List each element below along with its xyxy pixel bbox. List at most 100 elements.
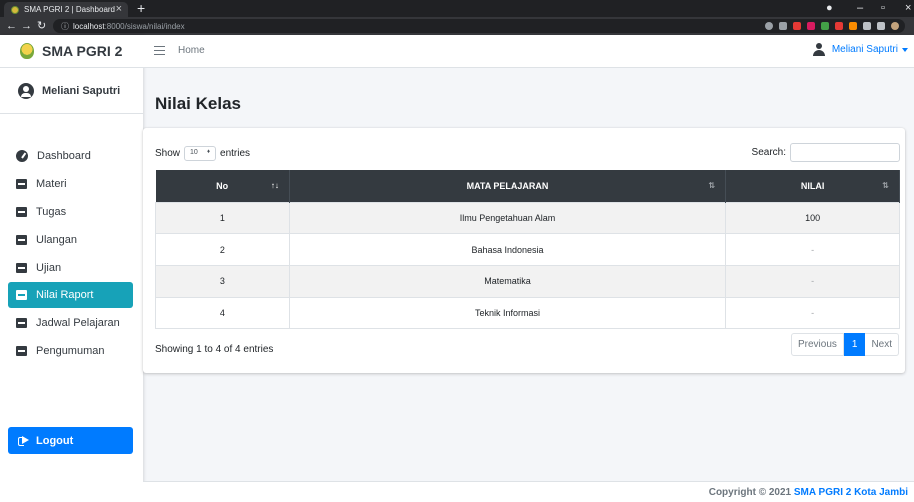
close-tab-button[interactable]: × [116, 3, 122, 15]
column-header-nilai[interactable]: NILAI ⇅ [725, 170, 900, 202]
grades-card: Show 10 entries Search: No ↑↓ MATA PELAJ… [143, 128, 905, 373]
sidebar-user-name: Meliani Saputri [42, 84, 121, 97]
footer: Copyright © 2021 SMA PGRI 2 Kota Jambi [143, 481, 914, 502]
table-row: 3 Matematika - [155, 264, 900, 298]
browser-tab-strip: SMA PGRI 2 | Dashboard × + ● – ▫ × [0, 0, 914, 17]
caret-down-icon [902, 47, 908, 52]
book-icon [16, 178, 27, 189]
page-1-button[interactable]: 1 [843, 333, 866, 356]
search-label: Search: [751, 147, 786, 158]
cell-subject: Teknik Informasi [288, 296, 727, 330]
cell-grade: - [725, 264, 900, 298]
sidebar-nav: Dashboard Materi Tugas Ulangan Ujian Nil… [8, 143, 133, 366]
brand-link[interactable]: SMA PGRI 2 [0, 35, 143, 68]
cell-no: 2 [155, 233, 290, 266]
show-label: Show [155, 148, 181, 159]
url-path: :8000/siswa/nilai/index [104, 22, 185, 31]
new-tab-button[interactable]: + [137, 0, 145, 16]
sidebar-item-ulangan[interactable]: Ulangan [8, 227, 133, 253]
sidebar-item-ujian[interactable]: Ujian [8, 255, 133, 281]
book-icon [16, 346, 27, 357]
cell-no: 1 [155, 201, 290, 234]
sidebar-item-dashboard[interactable]: Dashboard [8, 143, 133, 169]
hamburger-menu-icon[interactable] [154, 46, 165, 55]
cell-subject: Matematika [288, 264, 727, 298]
sort-icon: ⇅ [708, 181, 716, 190]
logout-button[interactable]: Logout [8, 427, 133, 454]
cell-grade: - [725, 296, 900, 330]
sidebar-item-label: Ulangan [36, 233, 77, 246]
back-icon[interactable]: ← [6, 18, 17, 34]
sidebar-item-pengumuman[interactable]: Pengumuman [8, 338, 133, 364]
sidebar-item-label: Dashboard [37, 150, 91, 162]
sidebar-item-label: Jadwal Pelajaran [36, 317, 120, 330]
column-header-no[interactable]: No ↑↓ [155, 170, 290, 202]
extension-icon[interactable] [793, 22, 801, 30]
profile-avatar-icon[interactable] [891, 22, 899, 30]
brand-text: SMA PGRI 2 [42, 43, 123, 59]
sidebar-item-label: Ujian [36, 261, 62, 274]
pagination: Previous 1 Next [790, 333, 899, 356]
extension-icons [765, 22, 899, 30]
minimize-icon[interactable]: – [857, 0, 863, 17]
favicon-icon [11, 6, 19, 14]
cell-subject: Ilmu Pengetahuan Alam [288, 201, 727, 234]
table-search: Search: [752, 143, 900, 162]
book-icon [16, 262, 27, 273]
footer-school-link[interactable]: SMA PGRI 2 Kota Jambi [794, 487, 908, 498]
reload-icon[interactable]: ↻ [37, 18, 46, 34]
page-title: Nilai Kelas [155, 94, 241, 113]
sort-ascending-icon: ↑↓ [270, 181, 279, 190]
site-info-icon[interactable]: ⓘ [61, 22, 69, 31]
book-icon [16, 290, 27, 301]
user-panel[interactable]: Meliani Saputri [0, 68, 143, 114]
star-icon[interactable] [779, 22, 787, 30]
sidebar-item-label: Nilai Raport [36, 289, 94, 302]
search-input[interactable] [790, 143, 900, 162]
next-page-button[interactable]: Next [865, 333, 899, 356]
browser-tab[interactable]: SMA PGRI 2 | Dashboard × [4, 2, 128, 17]
zoom-icon[interactable] [765, 22, 773, 30]
user-icon [812, 43, 825, 56]
cell-no: 4 [155, 296, 290, 330]
dashboard-icon [16, 150, 28, 162]
sidebar-item-label: Pengumuman [36, 345, 105, 358]
cell-grade: 100 [725, 201, 900, 234]
queue-icon[interactable] [877, 22, 885, 30]
entries-length-select[interactable]: 10 [184, 146, 217, 161]
sidebar-item-materi[interactable]: Materi [8, 171, 133, 197]
sidebar-item-nilai-raport[interactable]: Nilai Raport [8, 282, 133, 309]
sidebar-item-label: Materi [36, 177, 67, 190]
sign-out-icon [18, 436, 30, 446]
url-field[interactable]: ⓘ localhost:8000/siswa/nilai/index [53, 19, 905, 33]
extension-icon[interactable] [849, 22, 857, 30]
cell-grade: - [725, 233, 900, 266]
table-row: 4 Teknik Informasi - [155, 296, 900, 330]
footer-copyright: Copyright © 2021 [708, 487, 794, 498]
user-menu-dropdown[interactable]: Meliani Saputri [812, 43, 908, 56]
profile-icon[interactable]: ● [826, 0, 833, 17]
forward-icon[interactable]: → [21, 18, 32, 34]
book-icon [16, 234, 27, 245]
column-header-mata-pelajaran[interactable]: MATA PELAJARAN ⇅ [289, 170, 727, 202]
entries-length-control: Show 10 entries [155, 146, 250, 161]
previous-page-button[interactable]: Previous [790, 333, 844, 356]
sidebar-item-tugas[interactable]: Tugas [8, 199, 133, 225]
home-link[interactable]: Home [178, 45, 205, 56]
url-host: localhost [73, 22, 105, 31]
book-icon [16, 318, 27, 329]
window-close-icon[interactable]: × [905, 0, 911, 17]
cell-subject: Bahasa Indonesia [288, 233, 727, 266]
cell-no: 3 [155, 264, 290, 298]
sidebar-item-jadwal-pelajaran[interactable]: Jadwal Pelajaran [8, 310, 133, 336]
sidebar: SMA PGRI 2 Meliani Saputri Dashboard Mat… [0, 35, 143, 502]
puzzle-icon[interactable] [863, 22, 871, 30]
extension-icon[interactable] [835, 22, 843, 30]
extension-icon[interactable] [807, 22, 815, 30]
table-row: 1 Ilmu Pengetahuan Alam 100 [155, 201, 900, 234]
table-info: Showing 1 to 4 of 4 entries [155, 344, 274, 355]
grades-table: No ↑↓ MATA PELAJARAN ⇅ NILAI ⇅ 1 Ilmu Pe… [155, 170, 900, 330]
maximize-icon[interactable]: ▫ [881, 0, 885, 17]
extension-icon[interactable] [821, 22, 829, 30]
sidebar-item-label: Tugas [36, 205, 67, 218]
